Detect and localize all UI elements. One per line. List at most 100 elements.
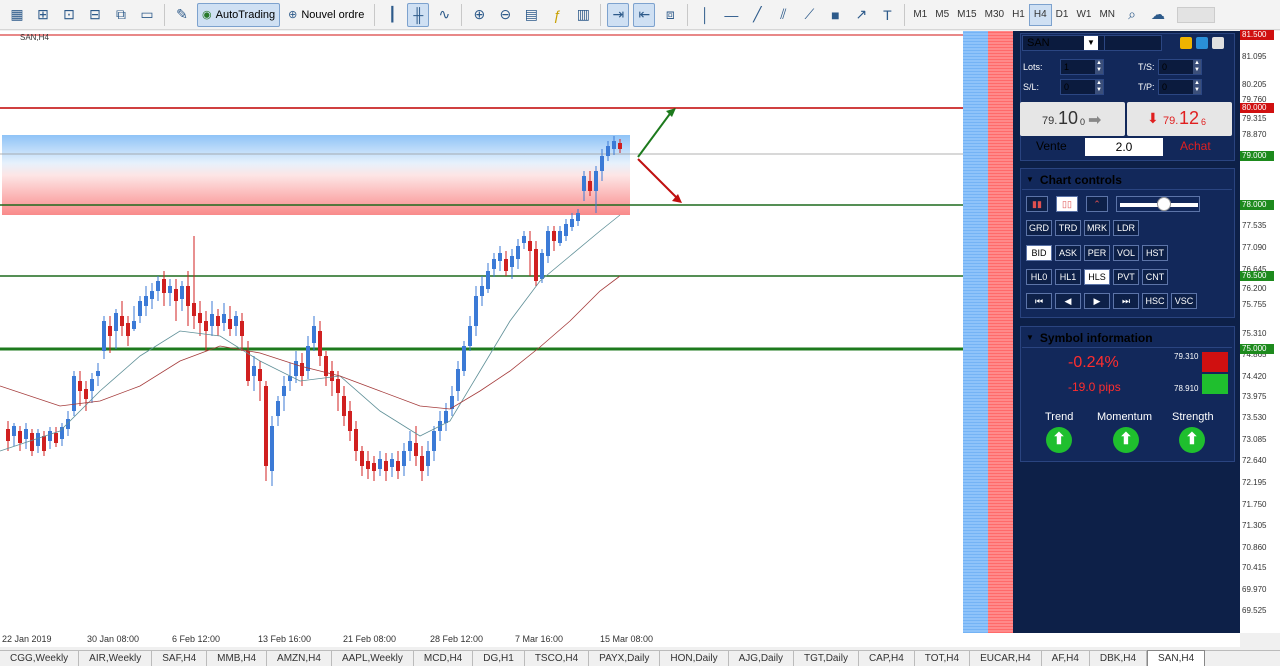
chart-tab[interactable]: AJG,Daily [729,651,795,666]
chart-tab[interactable]: MCD,H4 [414,651,474,666]
copy-icon[interactable] [1180,37,1192,49]
slider-knob[interactable] [1157,197,1171,211]
screenshot-icon[interactable]: ⧈ [659,3,681,27]
chart-control-button[interactable]: PER [1084,245,1110,261]
chart-control-button[interactable]: TRD [1055,220,1081,236]
chart-tab[interactable]: CAP,H4 [859,651,915,666]
zoom-in-icon[interactable]: ⊕ [468,3,490,27]
close-icon[interactable] [1212,37,1224,49]
chart-control-button[interactable]: VSC [1171,293,1197,309]
fibonacci-icon[interactable]: ⫽ [772,3,794,27]
chart-tab[interactable]: SAF,H4 [152,651,208,666]
timeframe-w1[interactable]: W1 [1072,4,1095,26]
chart-tab[interactable]: DBK,H4 [1090,651,1148,666]
search-icon[interactable]: ⌕ [1121,3,1143,27]
chevron-down-icon[interactable]: ▼ [1084,36,1098,50]
stepper-arrows-icon[interactable]: ▲ ▼ [1193,60,1201,74]
timeframe-d1[interactable]: D1 [1052,4,1073,26]
tile-windows-icon[interactable]: ▤ [520,3,542,27]
chart-controls-header[interactable]: ▼ Chart controls [1022,170,1232,190]
chart-control-button[interactable]: ⏭ [1113,293,1139,309]
bar-mode-button[interactable]: ▯▯ [1056,196,1078,212]
chart-tab[interactable]: EUCAR,H4 [970,651,1042,666]
chart-tab[interactable]: AMZN,H4 [267,651,332,666]
lots-field[interactable]: 1 ▲ ▼ [1060,59,1104,75]
timeframe-m5[interactable]: M5 [931,4,953,26]
arrow-icon[interactable]: ↗ [850,3,872,27]
chart-control-button[interactable]: HL0 [1026,269,1052,285]
new-chart-icon[interactable]: ▦ [6,3,28,27]
auto-scroll-icon[interactable]: ⇥ [607,2,630,27]
candle-chart-icon[interactable]: ╫ [407,2,430,27]
chart-tab[interactable]: SAN,H4 [1147,650,1206,666]
timeframe-m1[interactable]: M1 [909,4,931,26]
profiles-icon[interactable]: ⊞ [32,3,54,27]
chart-tab[interactable]: TSCO,H4 [525,651,590,666]
chart-control-button[interactable]: HSC [1142,293,1168,309]
symbol-info-header[interactable]: ▼ Symbol information [1022,328,1232,348]
candle-mode-button[interactable]: ▮▮ [1026,196,1048,212]
trendline-icon[interactable]: ╱ [746,3,768,27]
chart-tab[interactable]: MMB,H4 [207,651,268,666]
chart-control-button[interactable]: PVT [1113,269,1139,285]
line-mode-button[interactable]: ⌃ [1086,196,1108,212]
chart-control-button[interactable]: GRD [1026,220,1052,236]
navigator-icon[interactable]: ⧉ [110,3,132,27]
market-watch-icon[interactable]: ⊡ [58,3,80,27]
terminal-icon[interactable]: ▭ [136,3,158,27]
chart-tab[interactable]: AIR,Weekly [79,651,153,666]
new-order-button[interactable]: ⊕ Nouvel ordre [284,3,368,27]
chart-tab[interactable]: PAYX,Daily [589,651,661,666]
indicators-icon[interactable]: ƒ [546,3,568,27]
bar-chart-icon[interactable]: ┃ [381,3,403,27]
line-chart-icon[interactable]: ∿ [433,3,455,27]
data-window-icon[interactable]: ⊟ [84,3,106,27]
chart-control-button[interactable]: ▶ [1084,293,1110,309]
rectangle-icon[interactable]: ■ [824,3,846,27]
symbol-search-field[interactable] [1104,35,1162,51]
tp-field[interactable]: 0 ▲ ▼ [1158,79,1202,95]
chart-tab[interactable]: AAPL,Weekly [332,651,414,666]
settings-icon[interactable] [1196,37,1208,49]
timeframe-h4[interactable]: H4 [1028,3,1052,26]
chart-tab[interactable]: TGT,Daily [794,651,859,666]
stepper-arrows-icon[interactable]: ▲ ▼ [1095,80,1103,94]
chart-tab[interactable]: HON,Daily [660,651,729,666]
timeframe-m15[interactable]: M15 [953,4,980,26]
templates-icon[interactable]: ▥ [572,3,594,27]
text-icon[interactable]: T [876,3,898,27]
chart-control-button[interactable]: CNT [1142,269,1168,285]
chart-control-button[interactable]: ◀ [1055,293,1081,309]
timeframe-m30[interactable]: M30 [981,4,1008,26]
chart-control-button[interactable]: VOL [1113,245,1139,261]
sell-label[interactable]: Vente [1036,139,1067,153]
buy-label[interactable]: Achat [1180,139,1211,153]
stepper-arrows-icon[interactable]: ▲ ▼ [1193,80,1201,94]
chart-control-button[interactable]: BID [1026,245,1052,261]
chart-tab[interactable]: CGG,Weekly [0,651,80,666]
search-input[interactable] [1177,6,1216,23]
channel-icon[interactable]: ⟋ [798,3,820,27]
autotrading-button[interactable]: ◉ AutoTrading [197,2,281,27]
ts-field[interactable]: 0 ▲ ▼ [1158,59,1202,75]
vertical-line-icon[interactable]: │ [694,3,716,27]
chart-shift-icon[interactable]: ⇤ [633,2,656,27]
chart-control-button[interactable]: MRK [1084,220,1110,236]
chart-control-button[interactable]: ⏮ [1026,293,1052,309]
horizontal-line-icon[interactable]: — [720,3,742,27]
stepper-arrows-icon[interactable]: ▲ ▼ [1095,60,1103,74]
sl-field[interactable]: 0 ▲ ▼ [1060,79,1104,95]
timeframe-h1[interactable]: H1 [1008,4,1029,26]
symbol-select[interactable]: SAN [1022,35,1112,51]
strategy-tester-icon[interactable]: ✎ [171,3,193,27]
chart-control-button[interactable]: HL1 [1055,269,1081,285]
sell-price-button[interactable]: 79. 10 0 ➡ [1020,102,1125,136]
chart-tab[interactable]: TOT,H4 [915,651,971,666]
chart-control-button[interactable]: HST [1142,245,1168,261]
chart-control-button[interactable]: ASK [1055,245,1081,261]
chat-icon[interactable]: ☁ [1147,3,1169,27]
timeframe-mn[interactable]: MN [1095,4,1119,26]
chart-tab[interactable]: AF,H4 [1042,651,1090,666]
chart-tab[interactable]: DG,H1 [473,651,525,666]
zoom-out-icon[interactable]: ⊖ [494,3,516,27]
